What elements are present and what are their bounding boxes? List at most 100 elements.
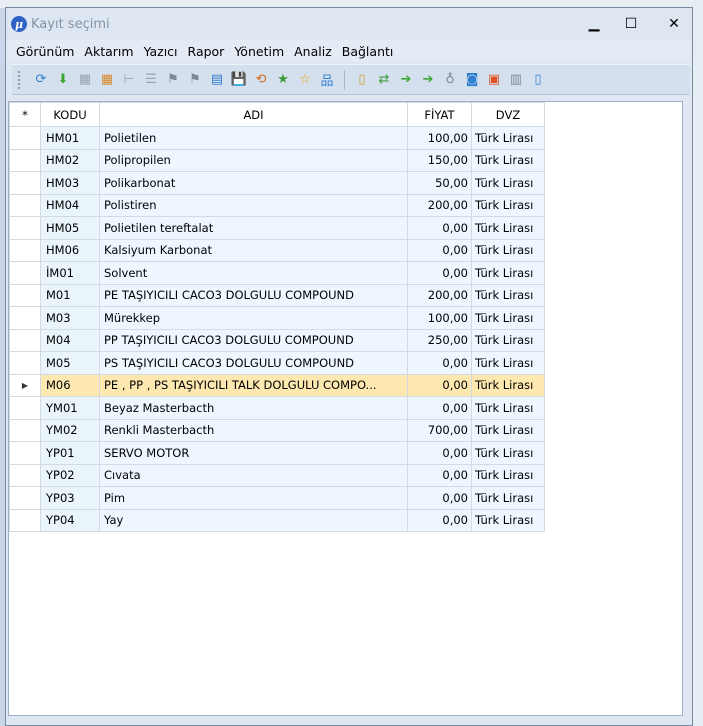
row-indicator[interactable]: [9, 351, 41, 375]
refresh-icon[interactable]: ⟳: [30, 69, 52, 91]
dvz-cell[interactable]: Türk Lirası: [471, 373, 545, 397]
row-indicator[interactable]: [9, 508, 41, 532]
kodu-cell[interactable]: M06: [40, 373, 100, 397]
fiyat-cell[interactable]: 100,00: [407, 126, 472, 150]
row-indicator[interactable]: [9, 238, 41, 262]
kodu-cell[interactable]: YP04: [40, 508, 100, 532]
row-indicator[interactable]: [9, 306, 41, 330]
dvz-cell[interactable]: Türk Lirası: [471, 418, 545, 442]
adi-cell[interactable]: Beyaz Masterbacth: [99, 396, 408, 420]
table-row[interactable]: YP03 Pim 0,00 Türk Lirası: [9, 486, 545, 510]
adi-cell[interactable]: PE TAŞIYICILI CACO3 DOLGULU COMPOUND: [99, 283, 408, 307]
row-indicator[interactable]: [9, 463, 41, 487]
row-indicator[interactable]: [9, 441, 41, 465]
fiyat-cell[interactable]: 0,00: [407, 261, 472, 285]
arrow-right-icon[interactable]: ➔: [395, 69, 417, 91]
adi-cell[interactable]: Kalsiyum Karbonat: [99, 238, 408, 262]
adi-cell[interactable]: Cıvata: [99, 463, 408, 487]
kodu-cell[interactable]: M05: [40, 351, 100, 375]
adi-cell[interactable]: Polietilen: [99, 126, 408, 150]
transfer-icon[interactable]: ⇄: [373, 69, 395, 91]
row-indicator[interactable]: [9, 418, 41, 442]
favorite-add-icon[interactable]: ★: [272, 69, 294, 91]
dvz-cell[interactable]: Türk Lirası: [471, 126, 545, 150]
fiyat-cell[interactable]: 0,00: [407, 508, 472, 532]
tree-icon[interactable]: ⊢: [118, 69, 140, 91]
dvz-cell[interactable]: Türk Lirası: [471, 508, 545, 532]
adi-cell[interactable]: Solvent: [99, 261, 408, 285]
save-icon[interactable]: 💾: [228, 69, 250, 91]
records-grid[interactable]: * KODU ADI FİYAT DVZ HM01 Polietilen 100,0…: [8, 101, 683, 716]
fiyat-cell[interactable]: 0,00: [407, 463, 472, 487]
title-bar[interactable]: μ Kayıt seçimi ▁ ☐ ✕: [6, 8, 692, 40]
table-row[interactable]: HM03 Polikarbonat 50,00 Türk Lirası: [9, 171, 545, 195]
menu-analiz[interactable]: Analiz: [294, 44, 332, 59]
list-icon[interactable]: ☰: [140, 69, 162, 91]
preview-icon[interactable]: ◙: [461, 69, 483, 91]
adi-cell[interactable]: Mürekkep: [99, 306, 408, 330]
kodu-cell[interactable]: YP01: [40, 441, 100, 465]
fiyat-cell[interactable]: 0,00: [407, 373, 472, 397]
add-record-icon[interactable]: ⬇: [52, 69, 74, 91]
fiyat-cell[interactable]: 0,00: [407, 441, 472, 465]
table-row[interactable]: HM06 Kalsiyum Karbonat 0,00 Türk Lirası: [9, 238, 545, 262]
dvz-column-header[interactable]: DVZ: [471, 102, 545, 127]
adi-cell[interactable]: Yay: [99, 508, 408, 532]
dvz-cell[interactable]: Türk Lirası: [471, 463, 545, 487]
fiyat-column-header[interactable]: FİYAT: [407, 102, 472, 127]
adi-cell[interactable]: Renkli Masterbacth: [99, 418, 408, 442]
adi-cell[interactable]: Pim: [99, 486, 408, 510]
row-indicator[interactable]: ▶: [9, 373, 41, 397]
row-indicator[interactable]: [9, 283, 41, 307]
adi-column-header[interactable]: ADI: [99, 102, 408, 127]
dvz-cell[interactable]: Türk Lirası: [471, 396, 545, 420]
kodu-cell[interactable]: HM03: [40, 171, 100, 195]
kodu-cell[interactable]: HM05: [40, 216, 100, 240]
adi-cell[interactable]: PE , PP , PS TAŞIYICILI TALK DOLGULU COM…: [99, 373, 408, 397]
kodu-cell[interactable]: M04: [40, 328, 100, 352]
fiyat-cell[interactable]: 0,00: [407, 486, 472, 510]
row-indicator[interactable]: [9, 261, 41, 285]
adi-cell[interactable]: PS TAŞIYICILI CACO3 DOLGULU COMPOUND: [99, 351, 408, 375]
row-indicator[interactable]: [9, 171, 41, 195]
row-indicator[interactable]: [9, 328, 41, 352]
row-indicator[interactable]: [9, 486, 41, 510]
calendar-icon[interactable]: ▣: [483, 69, 505, 91]
flag-right-icon[interactable]: ⚑: [184, 69, 206, 91]
dvz-cell[interactable]: Türk Lirası: [471, 351, 545, 375]
export-icon[interactable]: ▤: [206, 69, 228, 91]
kodu-cell[interactable]: YP02: [40, 463, 100, 487]
table-row[interactable]: YM01 Beyaz Masterbacth 0,00 Türk Lirası: [9, 396, 545, 420]
fiyat-cell[interactable]: 0,00: [407, 351, 472, 375]
close-button[interactable]: ✕: [654, 8, 694, 40]
kodu-cell[interactable]: YM01: [40, 396, 100, 420]
fiyat-cell[interactable]: 700,00: [407, 418, 472, 442]
adi-cell[interactable]: Polikarbonat: [99, 171, 408, 195]
flag-icon[interactable]: ⚑: [162, 69, 184, 91]
fiyat-cell[interactable]: 0,00: [407, 396, 472, 420]
table-row[interactable]: HM04 Polistiren 200,00 Türk Lirası: [9, 193, 545, 217]
dvz-cell[interactable]: Türk Lirası: [471, 306, 545, 330]
table-row[interactable]: İM01 Solvent 0,00 Türk Lirası: [9, 261, 545, 285]
dvz-cell[interactable]: Türk Lirası: [471, 328, 545, 352]
favorite-icon[interactable]: ☆: [294, 69, 316, 91]
table-row[interactable]: YP04 Yay 0,00 Türk Lirası: [9, 508, 545, 532]
table-row[interactable]: M05 PS TAŞIYICILI CACO3 DOLGULU COMPOUND 0…: [9, 351, 545, 375]
fiyat-cell[interactable]: 100,00: [407, 306, 472, 330]
table-row[interactable]: M03 Mürekkep 100,00 Türk Lirası: [9, 306, 545, 330]
columns-icon[interactable]: ▥: [505, 69, 527, 91]
page-icon[interactable]: ▯: [527, 69, 549, 91]
dvz-cell[interactable]: Türk Lirası: [471, 238, 545, 262]
fiyat-cell[interactable]: 200,00: [407, 193, 472, 217]
fiyat-cell[interactable]: 0,00: [407, 216, 472, 240]
dvz-cell[interactable]: Türk Lirası: [471, 283, 545, 307]
indicator-header[interactable]: *: [9, 102, 41, 127]
kodu-cell[interactable]: YM02: [40, 418, 100, 442]
dvz-cell[interactable]: Türk Lirası: [471, 148, 545, 172]
menu-yazici[interactable]: Yazıcı: [144, 44, 178, 59]
adi-cell[interactable]: Polipropilen: [99, 148, 408, 172]
kodu-cell[interactable]: M01: [40, 283, 100, 307]
row-indicator[interactable]: [9, 396, 41, 420]
sync-icon[interactable]: ⟲: [250, 69, 272, 91]
arrow-right-alt-icon[interactable]: ➔: [417, 69, 439, 91]
